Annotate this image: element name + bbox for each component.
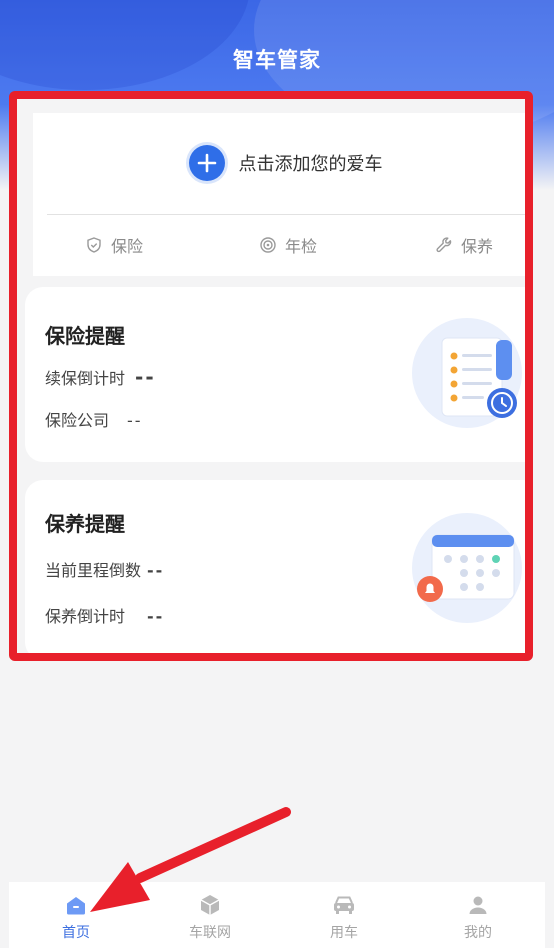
tab-profile[interactable]: 我的 — [411, 882, 545, 948]
maintenance-reminder-card[interactable]: 保养提醒 当前里程倒数 -- 保养倒计时 -- — [25, 480, 525, 653]
insurance-illustration — [412, 318, 522, 428]
tab-label: 首页 — [62, 925, 90, 941]
renewal-countdown-row: 续保倒计时 -- — [45, 365, 156, 389]
renewal-label: 续保倒计时 — [45, 369, 126, 388]
maintenance-title: 保养提醒 — [45, 512, 125, 536]
add-car-button[interactable]: 点击添加您的爱车 — [33, 139, 525, 187]
mileage-value: -- — [147, 561, 165, 580]
vehicle-card: 点击添加您的爱车 保险 年检 保养 — [33, 113, 525, 276]
mileage-countdown-row: 当前里程倒数 -- — [45, 557, 164, 581]
company-value: -- — [127, 411, 143, 430]
home-icon — [67, 897, 85, 915]
tab-label: 车联网 — [189, 925, 231, 941]
shield-icon — [87, 237, 101, 253]
bottom-tab-bar: 首页 车联网 用车 我的 — [9, 882, 545, 948]
document-clock-icon — [441, 337, 517, 418]
user-icon — [469, 896, 487, 914]
box-icon — [200, 895, 220, 915]
maintenance-illustration — [412, 513, 522, 623]
renewal-value: -- — [135, 365, 156, 389]
countdown-label: 保养倒计时 — [45, 607, 126, 626]
highlight-frame: 点击添加您的爱车 保险 年检 保养 保险提醒 续保倒计时 -- 保险公司 -- — [9, 91, 533, 661]
divider — [47, 214, 525, 215]
maintenance-countdown-row: 保养倒计时 -- — [45, 603, 164, 627]
add-car-label: 点击添加您的爱车 — [238, 154, 383, 175]
quick-link-label: 保险 — [111, 237, 144, 256]
insurance-title: 保险提醒 — [45, 324, 125, 348]
plus-icon — [188, 145, 225, 181]
calendar-bell-icon — [417, 534, 515, 602]
quick-link-label: 年检 — [285, 237, 318, 256]
page-title: 智车管家 — [233, 48, 321, 72]
tab-home[interactable]: 首页 — [9, 882, 143, 948]
insurance-reminder-card[interactable]: 保险提醒 续保倒计时 -- 保险公司 -- — [25, 287, 525, 462]
mileage-label: 当前里程倒数 — [45, 561, 142, 580]
company-label: 保险公司 — [45, 411, 110, 430]
tab-car-use[interactable]: 用车 — [277, 882, 411, 948]
quick-link-label: 保养 — [461, 237, 494, 256]
wrench-icon — [436, 237, 452, 253]
tab-label: 我的 — [464, 925, 492, 941]
quick-link-inspection[interactable]: 年检 — [259, 225, 317, 265]
countdown-value: -- — [147, 607, 165, 626]
quick-link-maintenance[interactable]: 保养 — [435, 225, 493, 265]
insurance-company-row: 保险公司 -- — [45, 407, 143, 431]
quick-link-insurance[interactable]: 保险 — [85, 225, 143, 265]
tab-connected-car[interactable]: 车联网 — [143, 882, 277, 948]
tab-label: 用车 — [330, 925, 358, 941]
target-icon — [260, 237, 276, 253]
car-icon — [334, 896, 354, 914]
